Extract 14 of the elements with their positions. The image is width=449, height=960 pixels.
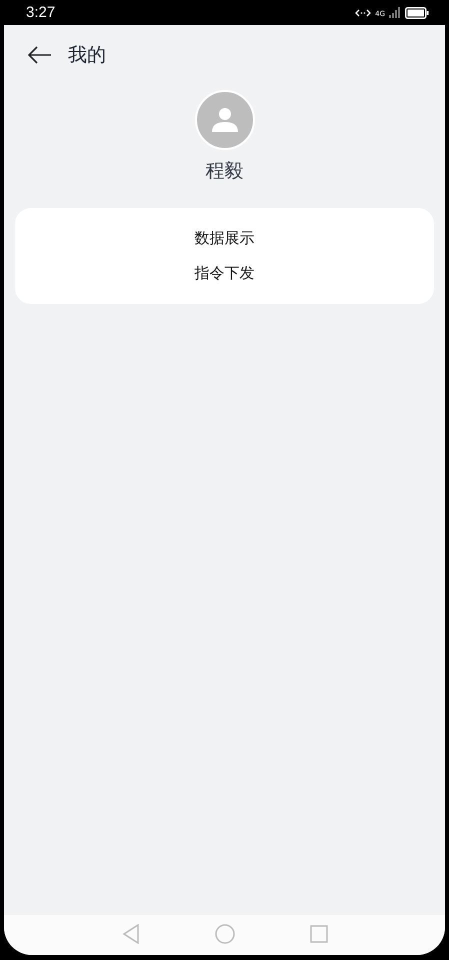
back-button[interactable] xyxy=(26,44,54,66)
signal-icon xyxy=(389,7,401,18)
page-title: 我的 xyxy=(68,43,106,68)
avatar-icon xyxy=(194,90,254,150)
status-time: 3:27 xyxy=(26,4,56,21)
back-nav-icon[interactable] xyxy=(122,924,140,944)
menu-item[interactable]: 数据展示 xyxy=(184,226,264,251)
home-nav-icon[interactable] xyxy=(214,924,234,944)
data-transfer-icon xyxy=(355,8,372,18)
menu-item[interactable]: 指令下发 xyxy=(184,261,264,286)
user-name: 程毅 xyxy=(206,159,244,184)
back-arrow-icon xyxy=(28,46,52,64)
battery-icon xyxy=(405,6,429,18)
recents-nav-icon[interactable] xyxy=(310,924,328,942)
